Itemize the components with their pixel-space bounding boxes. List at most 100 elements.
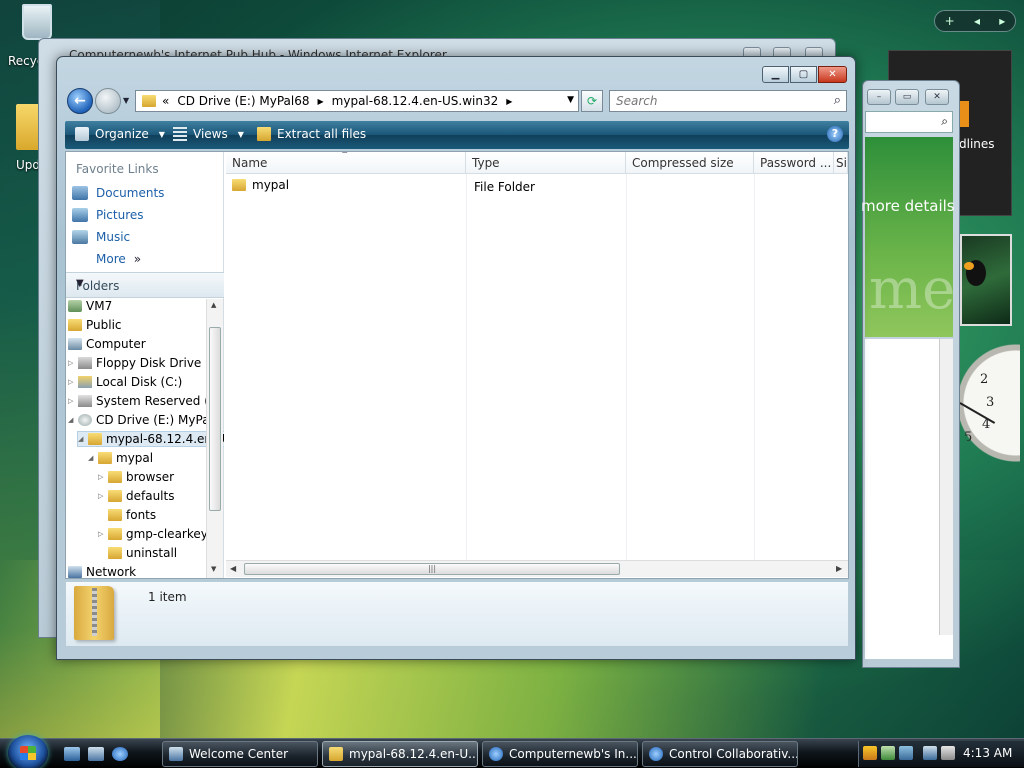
forward-button[interactable] xyxy=(95,88,121,114)
file-list-pane[interactable]: Name ▲ Type Compressed size Password ...… xyxy=(226,152,848,578)
folder-tree-scrollbar[interactable]: ▲ ▼ xyxy=(206,299,223,578)
help-icon[interactable]: ? xyxy=(827,126,843,142)
zip-folder-icon xyxy=(88,433,102,445)
taskbar-mypal-explorer[interactable]: mypal-68.12.4.en-U... xyxy=(322,741,478,767)
tree-item-public[interactable]: Public xyxy=(68,318,122,332)
file-list-horizontal-scrollbar[interactable]: ◀ ||| ▶ xyxy=(226,560,848,577)
favorite-more[interactable]: More » xyxy=(96,252,141,266)
search-input[interactable]: Search ⌕ xyxy=(609,90,847,112)
collapse-arrow-icon[interactable]: ◢ xyxy=(68,416,74,424)
network-status-icon[interactable] xyxy=(923,746,937,760)
refresh-button[interactable]: ⟳ xyxy=(581,90,603,112)
security-shield-icon[interactable] xyxy=(863,746,877,760)
wc-search-field[interactable]: ⌕ xyxy=(865,111,953,133)
address-segment-cd-drive[interactable]: CD Drive (E:) MyPal68 xyxy=(177,94,309,108)
scroll-right-arrow-icon[interactable]: ▶ xyxy=(836,564,842,573)
tree-item-local-disk[interactable]: ▷ Local Disk (C:) xyxy=(68,375,182,389)
address-root-chevron[interactable]: « xyxy=(162,94,169,108)
tree-item-gmp-clearkey[interactable]: ▷ gmp-clearkey xyxy=(98,527,208,541)
tree-item-mypal-zip[interactable]: ◢ mypal-68.12.4.en-U xyxy=(76,431,224,447)
column-header-size[interactable]: Si xyxy=(834,152,848,174)
sidebar-gadget-controls[interactable]: + ◂ ▸ xyxy=(934,10,1016,32)
tree-item-browser[interactable]: ▷ browser xyxy=(98,470,174,484)
expand-arrow-icon[interactable]: ▷ xyxy=(68,359,74,367)
explorer-window[interactable]: ▁ ▢ ✕ ← ▼ « CD Drive (E:) MyPal68 ▶ mypa… xyxy=(56,56,856,660)
tree-item-mypal[interactable]: ◢ mypal xyxy=(88,451,153,465)
wc-minimize-button[interactable]: – xyxy=(867,89,891,105)
taskbar-control-collaborative[interactable]: Control Collaborativ... xyxy=(642,741,798,767)
favorite-documents-label: Documents xyxy=(96,186,165,200)
address-separator-arrow[interactable]: ▶ xyxy=(506,97,512,106)
column-header-type[interactable]: Type xyxy=(466,152,626,174)
tree-item-fonts[interactable]: fonts xyxy=(98,508,156,522)
scroll-left-arrow-icon[interactable]: ◀ xyxy=(230,564,236,573)
collapse-arrow-icon[interactable]: ◢ xyxy=(78,435,84,443)
scroll-up-arrow-icon[interactable]: ▲ xyxy=(211,301,216,309)
back-button[interactable]: ← xyxy=(67,88,93,114)
column-label: Type xyxy=(472,156,500,170)
favorite-music[interactable]: Music xyxy=(72,230,130,244)
taskbar-computernewb-ie[interactable]: Computernewb's In... xyxy=(482,741,638,767)
expand-arrow-icon[interactable]: ▷ xyxy=(98,473,104,481)
wc-close-button[interactable]: ✕ xyxy=(925,89,949,105)
tree-item-uninstall[interactable]: uninstall xyxy=(98,546,177,560)
wc-maximize-button[interactable]: ▭ xyxy=(895,89,919,105)
windows-update-icon[interactable] xyxy=(899,746,913,760)
tree-item-defaults[interactable]: ▷ defaults xyxy=(98,489,174,503)
show-desktop-icon[interactable] xyxy=(64,747,80,761)
search-icon[interactable]: ⌕ xyxy=(834,93,841,108)
tree-label: Public xyxy=(86,318,122,332)
address-dropdown-icon[interactable]: ▼ xyxy=(567,95,574,105)
expand-arrow-icon[interactable]: ▷ xyxy=(98,530,104,538)
wc-more-details-link[interactable]: more details xyxy=(861,197,955,215)
expand-arrow-icon[interactable]: ▷ xyxy=(68,378,74,386)
safely-remove-icon[interactable] xyxy=(881,746,895,760)
welcome-center-window[interactable]: – ▭ ✕ ⌕ more details me xyxy=(861,80,960,668)
close-button[interactable]: ✕ xyxy=(818,66,847,83)
favorite-documents[interactable]: Documents xyxy=(72,186,164,200)
tree-item-vm7[interactable]: VM7 xyxy=(68,299,112,313)
expand-arrow-icon[interactable]: ▷ xyxy=(68,397,74,405)
organize-button[interactable]: Organize ▼ xyxy=(75,127,165,141)
gadget-prev-button[interactable]: ◂ xyxy=(974,14,980,28)
scroll-down-arrow-icon[interactable]: ▼ xyxy=(211,565,216,573)
extract-all-button[interactable]: Extract all files xyxy=(257,127,366,141)
clock-gadget[interactable]: 2 3 4 5 xyxy=(956,340,1020,466)
taskbar-welcome-center[interactable]: Welcome Center xyxy=(162,741,318,767)
folders-header[interactable]: Folders ▼ xyxy=(66,272,224,298)
minimize-button[interactable]: ▁ xyxy=(762,66,789,83)
tree-label: System Reserved (D: xyxy=(96,394,223,408)
file-row-mypal[interactable]: mypal xyxy=(232,178,289,192)
column-header-password[interactable]: Password ... xyxy=(754,152,834,174)
gadget-next-button[interactable]: ▸ xyxy=(999,14,1005,28)
column-header-name[interactable]: Name ▲ xyxy=(226,152,466,174)
tree-label: VM7 xyxy=(86,299,113,313)
slideshow-gadget[interactable] xyxy=(960,234,1012,326)
wc-vertical-scrollbar[interactable] xyxy=(939,339,953,635)
tree-item-computer[interactable]: Computer xyxy=(68,337,146,351)
add-gadget-button[interactable]: + xyxy=(945,14,955,28)
tree-item-floppy[interactable]: ▷ Floppy Disk Drive (A xyxy=(68,356,218,370)
expand-arrow-icon[interactable]: ▷ xyxy=(98,492,104,500)
zip-folder-icon xyxy=(74,586,114,640)
volume-muted-icon[interactable] xyxy=(941,746,955,760)
scrollbar-thumb[interactable]: ||| xyxy=(244,563,620,575)
tree-item-network[interactable]: Network xyxy=(68,565,136,578)
start-button[interactable] xyxy=(8,735,48,768)
internet-explorer-icon[interactable] xyxy=(112,747,128,761)
address-separator-arrow[interactable]: ▶ xyxy=(318,97,324,106)
views-button[interactable]: Views ▼ xyxy=(173,127,244,141)
tree-item-cd-drive[interactable]: ◢ CD Drive (E:) MyPal6 xyxy=(68,413,221,427)
address-bar[interactable]: « CD Drive (E:) MyPal68 ▶ mypal-68.12.4.… xyxy=(135,90,579,112)
recent-pages-dropdown[interactable]: ▼ xyxy=(123,96,129,105)
scrollbar-thumb[interactable] xyxy=(209,327,221,511)
address-segment-mypal-zip[interactable]: mypal-68.12.4.en-US.win32 xyxy=(332,94,499,108)
taskbar-clock[interactable]: 4:13 AM xyxy=(963,746,1012,760)
favorite-pictures[interactable]: Pictures xyxy=(72,208,144,222)
switch-windows-icon[interactable] xyxy=(88,747,104,761)
maximize-button[interactable]: ▢ xyxy=(790,66,817,83)
tree-item-system-reserved[interactable]: ▷ System Reserved (D: xyxy=(68,394,222,408)
tree-label: uninstall xyxy=(126,546,178,560)
collapse-arrow-icon[interactable]: ◢ xyxy=(88,454,94,462)
column-header-compressed-size[interactable]: Compressed size xyxy=(626,152,754,174)
